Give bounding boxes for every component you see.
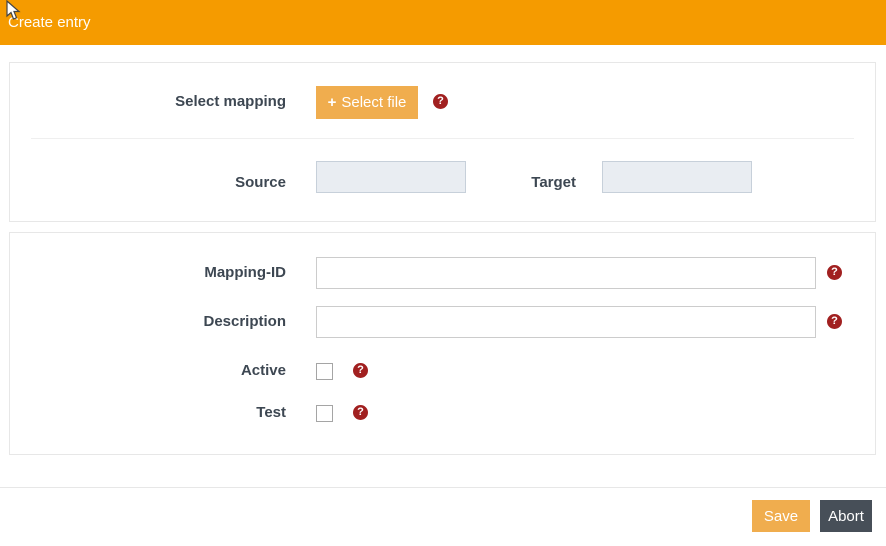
description-help-icon[interactable]: ? bbox=[827, 314, 842, 329]
select-mapping-label: Select mapping bbox=[10, 86, 286, 118]
select-file-button-label: Select file bbox=[341, 94, 406, 111]
description-input[interactable] bbox=[316, 306, 816, 338]
create-entry-page: Create entry Select mapping + Select fil… bbox=[0, 0, 886, 546]
test-checkbox[interactable] bbox=[316, 405, 333, 422]
test-label: Test bbox=[10, 397, 286, 429]
entry-details-panel: Mapping-ID ? Description ? Active ? Test… bbox=[9, 232, 876, 455]
test-help-icon[interactable]: ? bbox=[353, 405, 368, 420]
target-label: Target bbox=[430, 167, 576, 199]
mapping-id-input[interactable] bbox=[316, 257, 816, 289]
source-label: Source bbox=[10, 167, 286, 199]
page-header: Create entry bbox=[0, 0, 886, 45]
abort-button[interactable]: Abort bbox=[820, 500, 872, 532]
mouse-cursor-icon bbox=[6, 0, 22, 21]
mapping-selection-panel: Select mapping + Select file ? Source Ta… bbox=[9, 62, 876, 222]
footer-divider bbox=[0, 487, 886, 488]
save-button[interactable]: Save bbox=[752, 500, 810, 532]
plus-icon: + bbox=[328, 94, 337, 111]
select-file-button[interactable]: + Select file bbox=[316, 86, 418, 119]
target-input[interactable] bbox=[602, 161, 752, 193]
active-label: Active bbox=[10, 355, 286, 387]
mapping-id-help-icon[interactable]: ? bbox=[827, 265, 842, 280]
active-help-icon[interactable]: ? bbox=[353, 363, 368, 378]
active-checkbox[interactable] bbox=[316, 363, 333, 380]
panel-separator bbox=[31, 138, 854, 139]
mapping-id-label: Mapping-ID bbox=[10, 257, 286, 289]
description-label: Description bbox=[10, 306, 286, 338]
select-mapping-help-icon[interactable]: ? bbox=[433, 94, 448, 109]
